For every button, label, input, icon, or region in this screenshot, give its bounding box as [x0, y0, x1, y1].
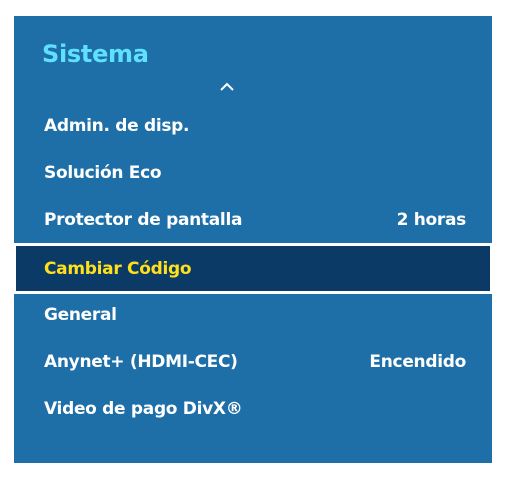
- menu-title: Sistema: [42, 40, 149, 68]
- menu-item-label: Anynet+ (HDMI-CEC): [44, 351, 238, 372]
- menu-item-label: Solución Eco: [44, 162, 162, 183]
- menu-item-label: Cambiar Código: [44, 258, 192, 279]
- menu-item-protector-pantalla[interactable]: Protector de pantalla 2 horas: [14, 196, 492, 243]
- menu-item-label: General: [44, 304, 117, 325]
- menu-item-solucion-eco[interactable]: Solución Eco: [14, 149, 492, 196]
- menu-item-label: Protector de pantalla: [44, 209, 243, 230]
- menu-item-label: Admin. de disp.: [44, 115, 190, 136]
- menu-item-label: Video de pago DivX®: [44, 398, 243, 419]
- menu-item-cambiar-codigo[interactable]: Cambiar Código: [14, 243, 492, 294]
- menu-item-admin-disp[interactable]: Admin. de disp.: [14, 102, 492, 149]
- menu-item-value: 2 horas: [396, 209, 467, 230]
- menu-item-general[interactable]: General: [14, 291, 492, 338]
- menu-item-anynet[interactable]: Anynet+ (HDMI-CEC) Encendido: [14, 338, 492, 385]
- chevron-up-icon[interactable]: [220, 80, 234, 94]
- system-menu-panel: Sistema Admin. de disp. Solución Eco Pro…: [14, 16, 492, 463]
- menu-item-value: Encendido: [369, 351, 466, 372]
- menu-item-video-divx[interactable]: Video de pago DivX®: [14, 385, 492, 432]
